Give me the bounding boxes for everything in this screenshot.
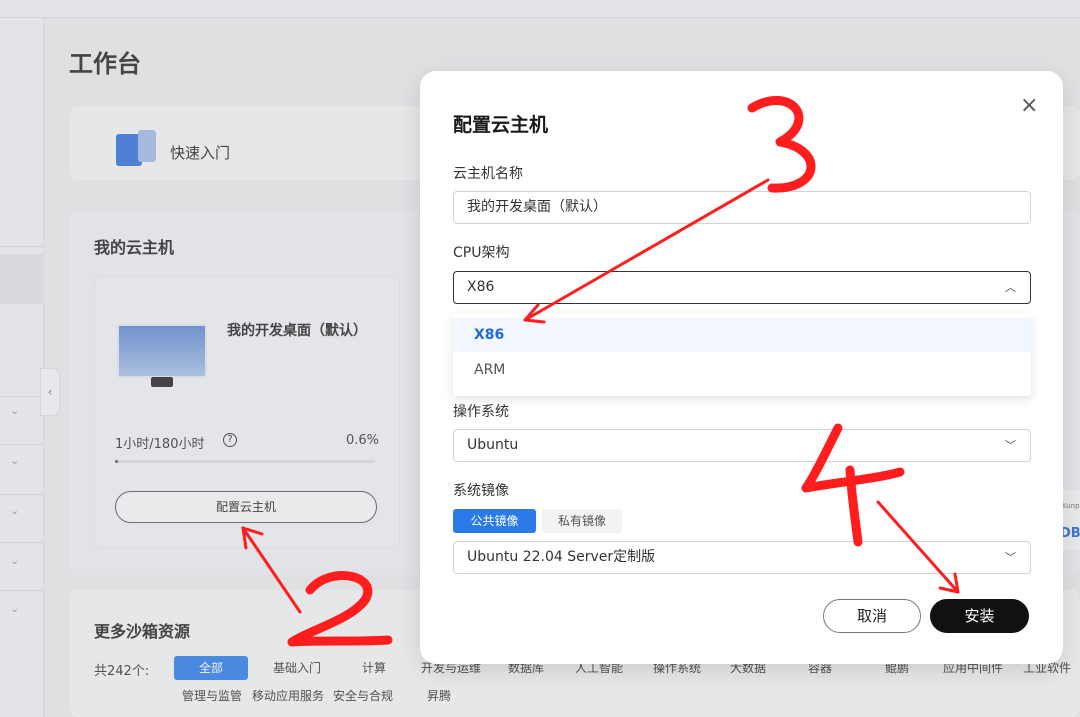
chevron-up-icon: ︿ xyxy=(1005,281,1016,294)
vm-name-label: 云主机名称 xyxy=(453,166,523,182)
image-select[interactable]: Ubuntu 22.04 Server定制版 ﹀ xyxy=(453,541,1031,574)
image-label: 系统镜像 xyxy=(453,483,509,499)
cpu-arch-select[interactable]: X86 ︿ xyxy=(453,271,1031,304)
config-vm-dialog: 配置云主机 × 云主机名称 我的开发桌面（默认） CPU架构 X86 ︿ X86… xyxy=(420,71,1063,664)
os-value: Ubuntu xyxy=(467,437,519,453)
chevron-down-icon: ﹀ xyxy=(1005,551,1016,564)
tab-public-image[interactable]: 公共镜像 xyxy=(453,509,536,533)
close-icon[interactable]: × xyxy=(1020,95,1038,117)
cancel-button[interactable]: 取消 xyxy=(823,599,921,633)
cpu-arch-value: X86 xyxy=(467,279,495,295)
os-label: 操作系统 xyxy=(453,404,509,420)
os-select[interactable]: Ubuntu ﹀ xyxy=(453,429,1031,462)
tab-private-image[interactable]: 私有镜像 xyxy=(542,509,622,533)
option-arm[interactable]: ARM xyxy=(453,353,1031,387)
cpu-arch-label: CPU架构 xyxy=(453,245,510,261)
option-x86[interactable]: X86 xyxy=(453,318,1031,352)
cpu-arch-dropdown: X86 ARM xyxy=(453,314,1031,396)
install-button[interactable]: 安装 xyxy=(930,599,1029,633)
dialog-title: 配置云主机 xyxy=(453,114,549,136)
vm-name-input[interactable]: 我的开发桌面（默认） xyxy=(453,191,1031,224)
image-value: Ubuntu 22.04 Server定制版 xyxy=(467,549,656,565)
chevron-down-icon: ﹀ xyxy=(1005,439,1016,452)
